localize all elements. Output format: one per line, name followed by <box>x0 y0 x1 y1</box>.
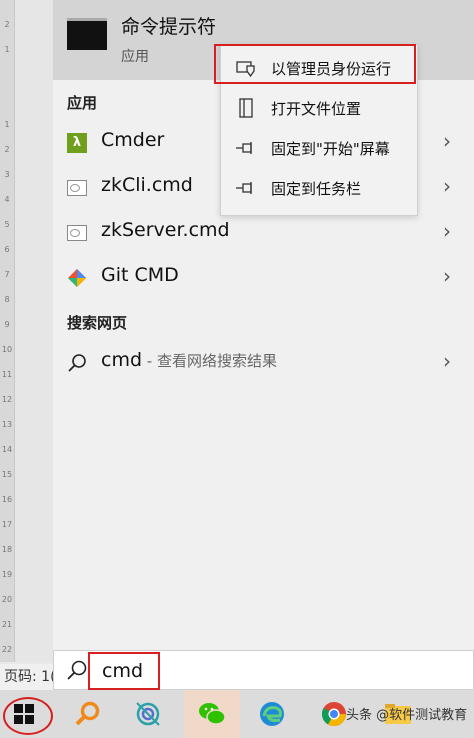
ruler-tick: 22 <box>1 645 13 654</box>
pin-icon <box>235 138 257 158</box>
ruler-tick: 3 <box>4 170 10 179</box>
ruler-tick: 2 <box>4 145 10 154</box>
search-input-highlight <box>88 652 160 690</box>
ruler-tick: 13 <box>1 420 13 429</box>
web-result-label: cmd - 查看网络搜索结果 <box>101 349 277 371</box>
menu-item-label: 固定到"开始"屏幕 <box>271 140 390 158</box>
ruler-tick: 9 <box>4 320 10 329</box>
pin-icon <box>235 178 257 198</box>
ruler-tick: 2 <box>4 20 10 29</box>
ruler-tick: 15 <box>1 470 13 479</box>
chrome-icon <box>321 702 346 727</box>
app-label: zkServer.cmd <box>101 219 230 241</box>
chevron-right-icon[interactable]: › <box>443 174 451 198</box>
web-query: cmd <box>101 349 143 371</box>
terminal-icon <box>67 18 107 50</box>
section-apps-heading: 应用 <box>67 94 98 112</box>
wechat-icon <box>199 703 226 725</box>
taskbar-app[interactable] <box>124 690 172 738</box>
start-button-highlight <box>3 697 53 735</box>
chevron-right-icon[interactable]: › <box>443 349 451 373</box>
best-match-subtitle: 应用 <box>121 49 149 65</box>
ruler-tick: 1 <box>4 120 10 129</box>
chevron-right-icon[interactable]: › <box>443 264 451 288</box>
ruler-tick: 1 <box>4 45 10 54</box>
ruler-tick: 7 <box>4 270 10 279</box>
ruler-tick: 8 <box>4 295 10 304</box>
git-icon <box>67 268 87 288</box>
ruler-tick: 14 <box>1 445 13 454</box>
taskbar-search-app[interactable] <box>64 690 112 738</box>
ruler-tick: 16 <box>1 495 13 504</box>
menu-item-label: 固定到任务栏 <box>271 180 362 198</box>
app-label: zkCli.cmd <box>101 174 193 196</box>
taskbar-edge[interactable] <box>248 690 296 738</box>
status-page-label: 页码: 1( <box>0 664 58 690</box>
ruler-tick: 21 <box>1 620 13 629</box>
list-item-app[interactable]: Git CMD › <box>53 258 474 298</box>
watermark-text: 头条 @软件测试教育 <box>346 708 468 723</box>
chevron-right-icon[interactable]: › <box>443 219 451 243</box>
menu-item-open-file-location[interactable]: 打开文件位置 <box>221 89 417 127</box>
search-icon <box>67 353 87 373</box>
ruler-tick: 11 <box>1 370 13 379</box>
section-web-heading: 搜索网页 <box>67 314 128 332</box>
ruler-tick: 17 <box>1 520 13 529</box>
menu-item-pin-to-taskbar[interactable]: 固定到任务栏 <box>221 169 417 207</box>
menu-item-pin-to-start[interactable]: 固定到"开始"屏幕 <box>221 129 417 167</box>
app-swirl-icon <box>136 702 160 726</box>
search-icon <box>66 659 88 685</box>
folder-open-icon <box>235 98 257 118</box>
cmd-file-icon <box>67 223 87 243</box>
ruler-tick: 20 <box>1 595 13 604</box>
list-item-app[interactable]: zkServer.cmd › <box>53 213 474 253</box>
menu-item-label: 打开文件位置 <box>271 100 362 118</box>
ruler-tick: 4 <box>4 195 10 204</box>
ruler-tick: 6 <box>4 245 10 254</box>
ruler-tick: 18 <box>1 545 13 554</box>
vertical-ruler: 2 1 1 2 3 4 5 6 7 8 9 10 11 12 13 14 15 … <box>0 0 15 662</box>
ruler-tick: 12 <box>1 395 13 404</box>
chevron-right-icon[interactable]: › <box>443 129 451 153</box>
ruler-tick: 19 <box>1 570 13 579</box>
background-document <box>15 0 53 662</box>
app-label: Cmder <box>101 129 165 151</box>
taskbar-wechat[interactable] <box>184 690 240 738</box>
web-search-result[interactable]: cmd - 查看网络搜索结果 › <box>53 343 474 383</box>
best-match-title: 命令提示符 <box>121 16 217 38</box>
ruler-tick: 5 <box>4 220 10 229</box>
lambda-icon: λ <box>67 133 87 153</box>
ruler-tick: 10 <box>1 345 13 354</box>
app-label: Git CMD <box>101 264 179 286</box>
run-as-admin-highlight <box>214 44 416 84</box>
web-query-suffix: - 查看网络搜索结果 <box>142 352 277 370</box>
edge-icon <box>260 702 284 726</box>
cmd-file-icon <box>67 178 87 198</box>
magnifier-app-icon <box>75 701 100 726</box>
